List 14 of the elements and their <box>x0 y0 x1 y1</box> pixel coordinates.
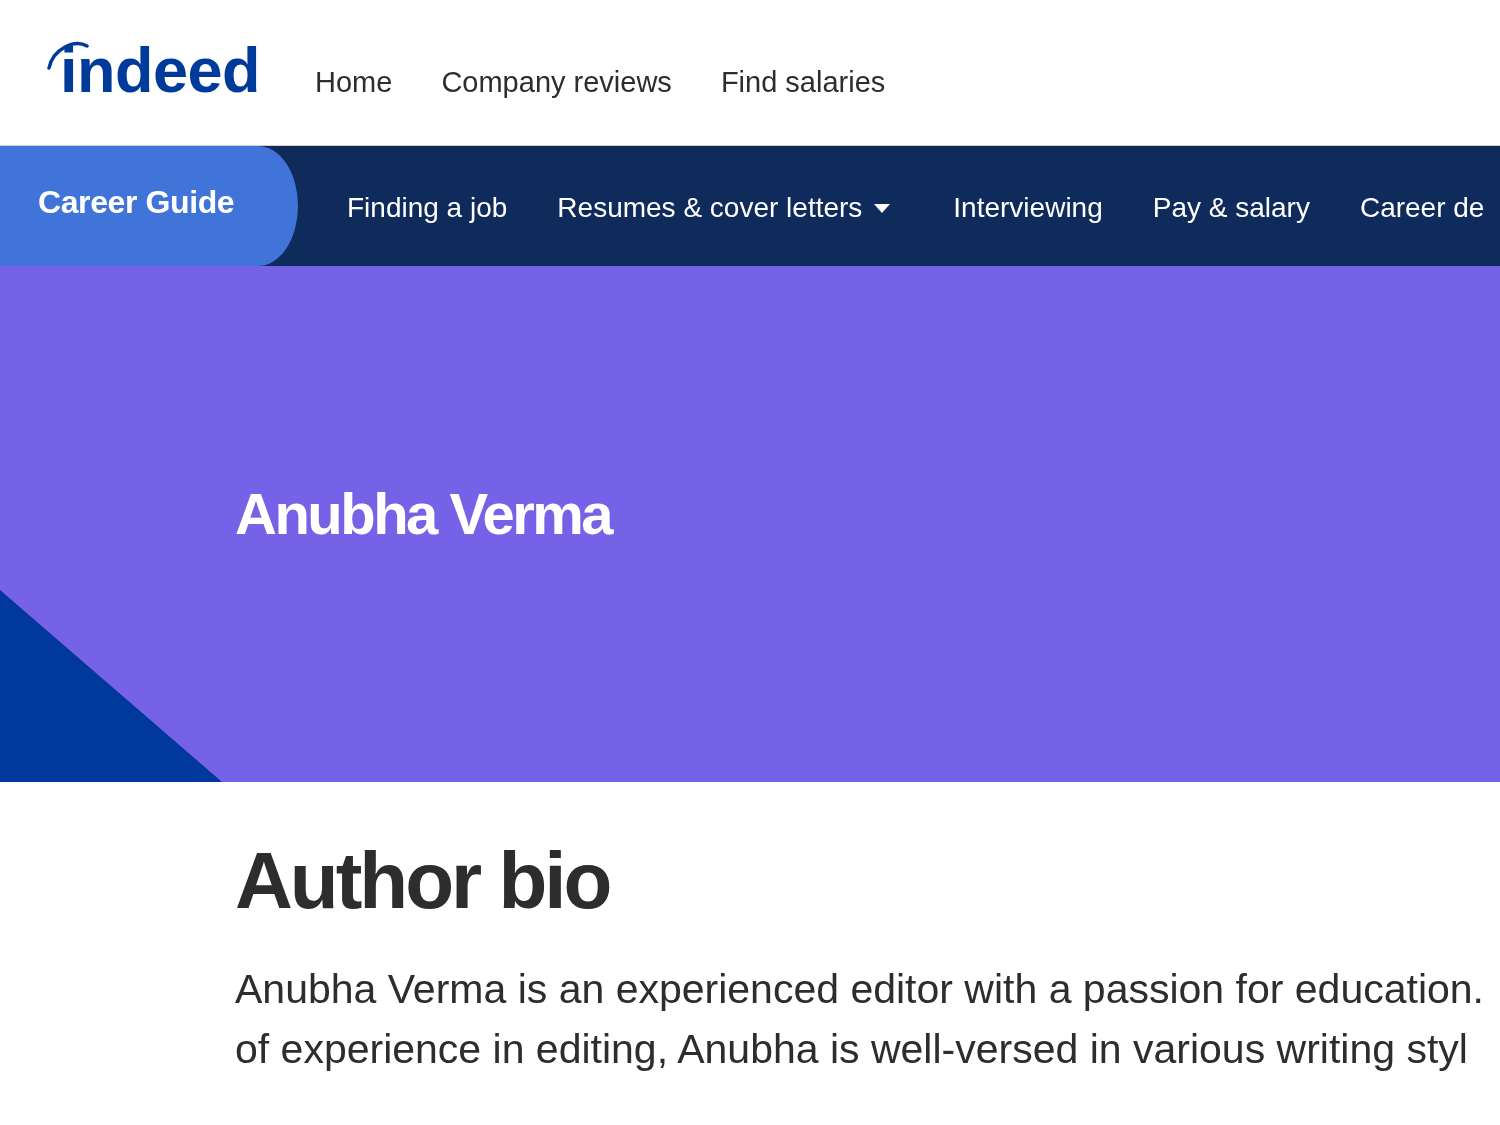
nav-menu-link[interactable]: Career de <box>1359 190 1485 222</box>
nav-menu-link[interactable]: Finding a job <box>347 190 508 222</box>
caret-down-icon <box>874 203 891 213</box>
nav-link[interactable]: Home <box>315 68 393 97</box>
nav-menu-link[interactable]: Interviewing <box>953 190 1103 222</box>
nav-link[interactable]: Find salaries <box>720 68 886 97</box>
nav-menu-link[interactable]: Pay & salary <box>1152 190 1310 222</box>
nav-menu-link[interactable]: Resumes & cover letters <box>557 190 891 222</box>
nav-link[interactable]: Company reviews <box>441 68 672 97</box>
bio-paragraph: Anubha Verma is an experienced editor with a passion for education. of experience in editing, Anubha is well-versed in various writing styl <box>235 965 1484 1074</box>
section-heading: Author bio <box>235 841 610 921</box>
author-name-heading: Anubha Verma <box>235 480 612 548</box>
career-guide-link[interactable]: Career Guide <box>0 146 298 266</box>
indeed-logo[interactable]: indeed <box>47 37 261 103</box>
